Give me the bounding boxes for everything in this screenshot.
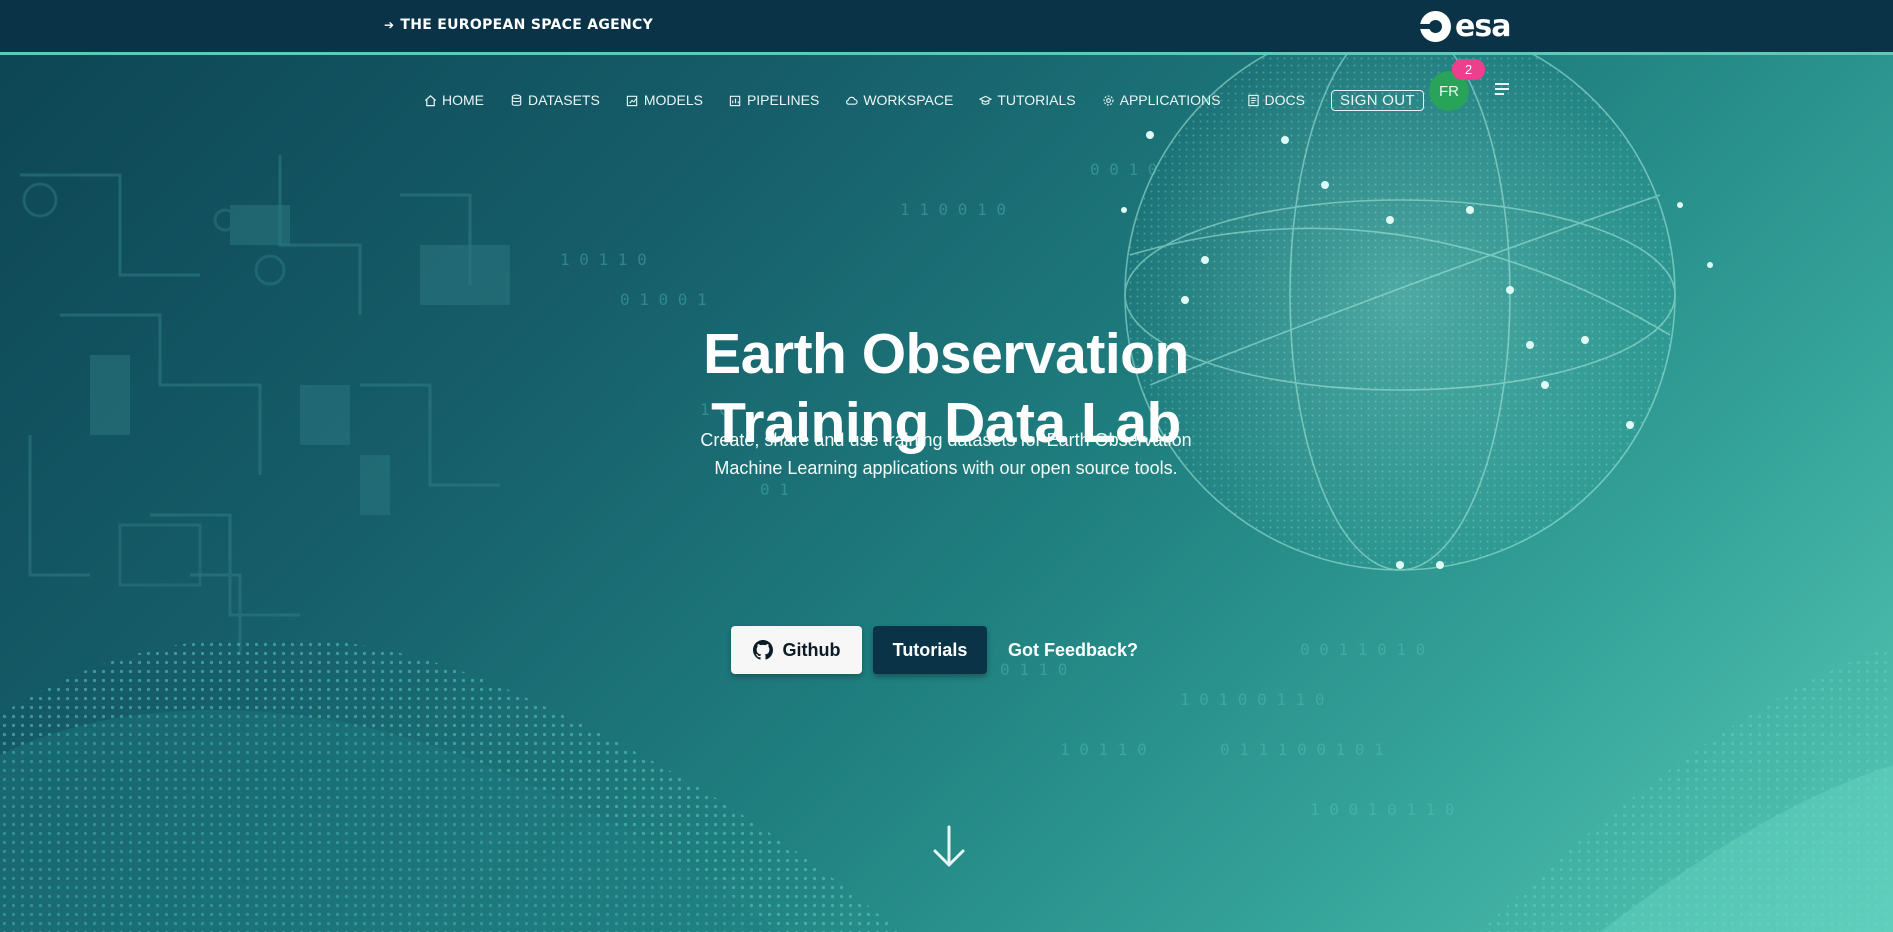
cloud-icon [846, 96, 858, 105]
sign-out-button[interactable]: SIGN OUT [1330, 89, 1424, 111]
nav-models[interactable]: MODELS [626, 92, 703, 108]
github-button[interactable]: Github [731, 626, 862, 674]
svg-text:1 0 1 1 0: 1 0 1 1 0 [560, 250, 647, 269]
top-bar: ➔ THE EUROPEAN SPACE AGENCY esa [0, 0, 1893, 55]
nav-models-label: MODELS [643, 92, 703, 108]
main-nav: HOME DATASETS MODELS PIPELINES WORKSPACE… [424, 82, 1450, 118]
book-icon [1247, 94, 1259, 106]
nav-workspace[interactable]: WORKSPACE [845, 92, 953, 108]
github-button-label: Github [782, 639, 841, 660]
svg-text:1 1 0 0 1 0: 1 1 0 0 1 0 [900, 200, 1006, 219]
models-icon [626, 95, 638, 106]
arrow-right-icon: ➔ [384, 18, 395, 32]
svg-text:1 0 1 1 0: 1 0 1 1 0 [1060, 740, 1147, 759]
nav-pipelines-label: PIPELINES [746, 92, 820, 108]
esa-logo-mark-icon [1418, 10, 1451, 42]
svg-text:1 0 0 1 0 1 1 0: 1 0 0 1 0 1 1 0 [1310, 800, 1455, 819]
svg-text:0 0 1 1 0 1 0: 0 0 1 1 0 1 0 [1300, 640, 1425, 659]
nav-docs-label: DOCS [1264, 92, 1305, 108]
hero-subtitle-line1: Create, share and use training datasets … [700, 430, 1192, 450]
agency-text: THE EUROPEAN SPACE AGENCY [400, 17, 654, 33]
nav-home[interactable]: HOME [424, 92, 484, 108]
hero-background: 1 0 1 1 0 0 1 0 0 1 1 1 0 0 1 0 0 0 1 0 … [0, 55, 1893, 932]
nav-tutorials[interactable]: TUTORIALS [979, 92, 1076, 108]
svg-text:0 1: 0 1 [760, 480, 789, 499]
svg-text:0 1 0 0 1: 0 1 0 0 1 [620, 290, 707, 309]
tutorials-button[interactable]: Tutorials [873, 626, 987, 674]
hamburger-menu-icon[interactable] [1495, 83, 1510, 97]
nav-datasets-label: DATASETS [528, 92, 600, 108]
nav-home-label: HOME [442, 92, 484, 108]
scroll-down-arrow-icon[interactable] [932, 825, 966, 869]
notification-badge[interactable]: 2 [1452, 59, 1485, 80]
nav-applications[interactable]: APPLICATIONS [1102, 92, 1221, 108]
nav-workspace-label: WORKSPACE [863, 92, 954, 108]
database-icon [511, 94, 522, 106]
svg-text:1 0 1 0 0 1 1 0: 1 0 1 0 0 1 1 0 [1180, 690, 1325, 709]
graduation-cap-icon [979, 95, 993, 105]
hero-section: 1 0 1 1 0 0 1 0 0 1 1 1 0 0 1 0 0 0 1 0 … [0, 55, 1893, 932]
gear-icon [1103, 94, 1114, 106]
hero-subtitle: Create, share and use training datasets … [596, 426, 1296, 482]
nav-datasets[interactable]: DATASETS [510, 92, 600, 108]
svg-text:0 1 1 1 0 0 1 0 1: 0 1 1 1 0 0 1 0 1 [1220, 740, 1384, 759]
nav-applications-label: APPLICATIONS [1119, 92, 1221, 108]
feedback-link[interactable]: Got Feedback? [1008, 626, 1138, 674]
pipelines-icon [729, 95, 741, 106]
esa-logo-text: esa [1455, 8, 1511, 44]
home-icon [424, 94, 437, 106]
nav-docs[interactable]: DOCS [1247, 92, 1305, 108]
nav-pipelines[interactable]: PIPELINES [729, 92, 819, 108]
esa-logo[interactable]: esa [1418, 8, 1511, 44]
hero-subtitle-line2: Machine Learning applications with our o… [714, 458, 1178, 478]
agency-link[interactable]: ➔ THE EUROPEAN SPACE AGENCY [384, 17, 653, 33]
github-icon [752, 640, 773, 660]
hero-title-line1: Earth Observation [703, 322, 1189, 386]
nav-tutorials-label: TUTORIALS [997, 92, 1076, 108]
svg-text:0 0 1 0: 0 0 1 0 [1090, 160, 1157, 179]
